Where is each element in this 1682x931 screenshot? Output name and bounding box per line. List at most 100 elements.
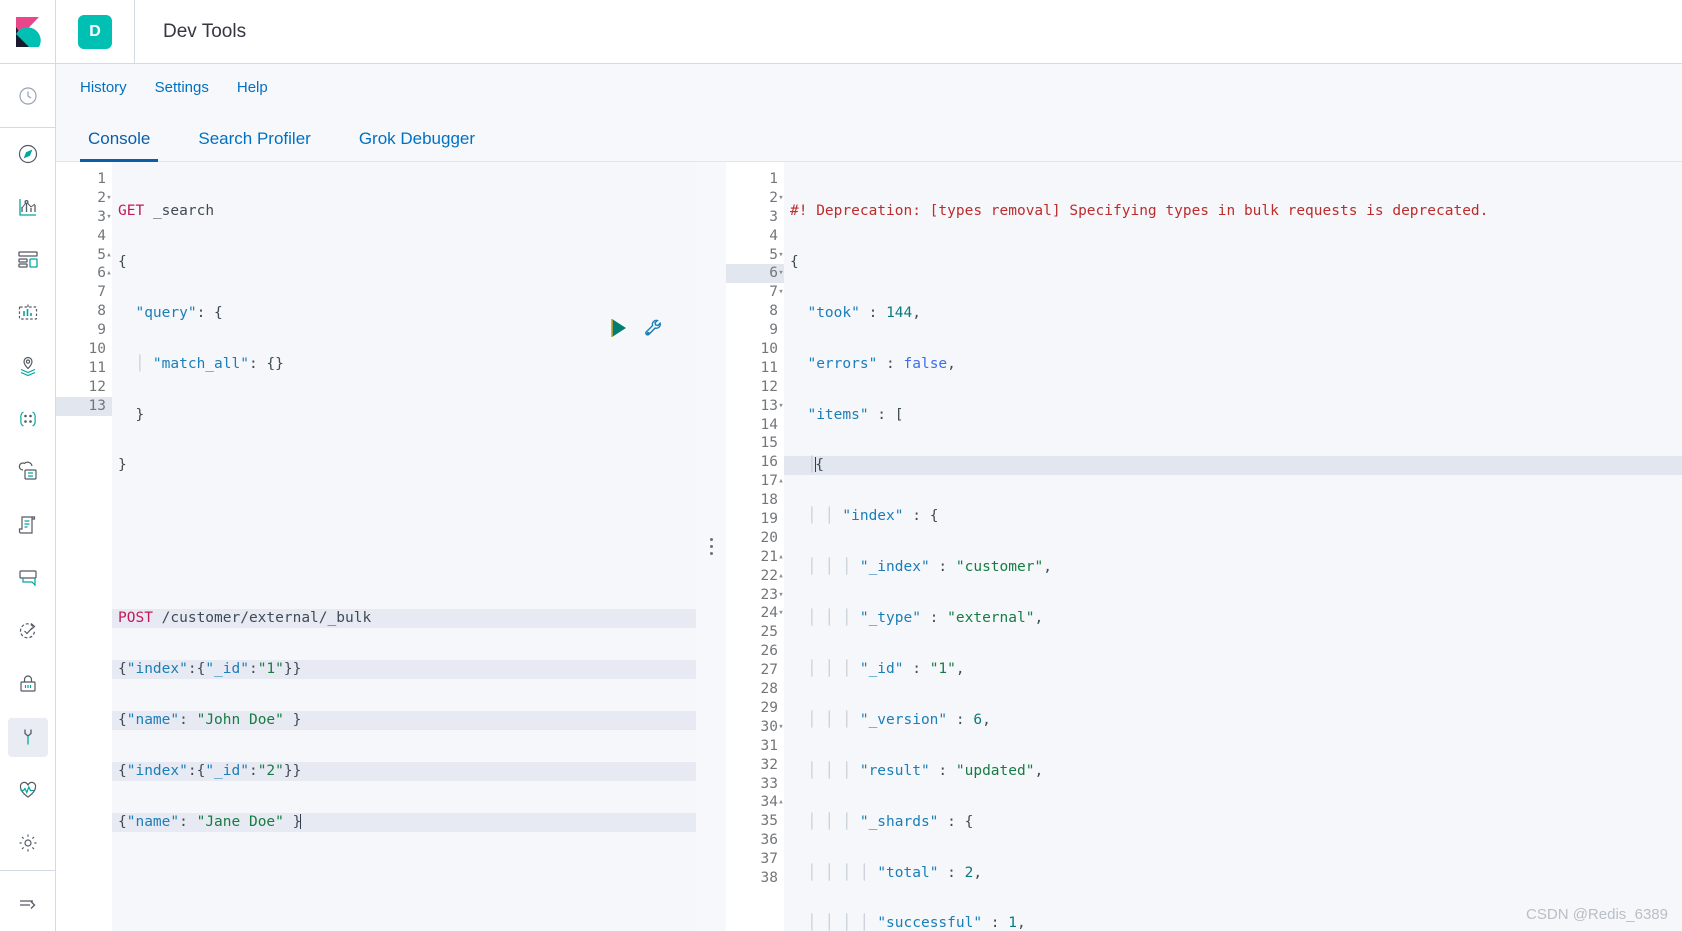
sidebar-item-dev-tools[interactable] — [7, 717, 48, 757]
gutter-line: 32 — [760, 756, 778, 773]
sidebar-item-siem[interactable] — [8, 665, 48, 704]
menu-item-history[interactable]: History — [80, 79, 127, 96]
gutter-line: 11 — [88, 359, 106, 376]
gutter-line: 38 — [760, 869, 778, 886]
response-gutter: 1 2 ▾ 3 4 5 ▾ 6 ▾ 7 ▾ 8 9 10 11 12 13 ▾ 14 — [726, 162, 784, 931]
gutter-line: 27 — [760, 662, 778, 679]
code-line: {"index":{"_id":"1"}} — [112, 660, 696, 679]
sidebar-item-apm[interactable] — [8, 559, 48, 598]
pane-splitter[interactable] — [696, 162, 726, 931]
gutter-line: 7 — [97, 284, 106, 301]
tab-grok-debugger[interactable]: Grok Debugger — [351, 129, 483, 161]
response-line: │ │ │ "_shards" : { — [790, 813, 974, 830]
sidebar-item-visualize[interactable] — [8, 188, 48, 227]
dev-tools-tabs: Console Search Profiler Grok Debugger — [56, 110, 1682, 162]
gutter-line: 29 — [760, 699, 778, 716]
sidebar-item-dashboard[interactable] — [8, 241, 48, 280]
request-editor-pane[interactable]: 1 2 ▾ 3 ▾ 4 5 ▴ 6 ▴ 7 8 9 10 11 12 13 GE… — [56, 162, 696, 931]
send-request-button[interactable] — [610, 318, 628, 343]
gutter-line: 7 ▾ — [726, 283, 784, 302]
sidebar-item-maps[interactable] — [8, 347, 48, 386]
gutter-line: 8 — [97, 303, 106, 320]
sidebar-item-machine-learning[interactable] — [8, 400, 48, 439]
gutter-line: 22 ▴ — [726, 567, 784, 586]
global-nav-rail — [0, 64, 56, 931]
maps-icon — [17, 355, 39, 377]
monitoring-icon — [17, 779, 39, 801]
gutter-line: 10 — [760, 341, 778, 358]
kibana-home-link[interactable] — [0, 0, 56, 63]
collapse-nav-button[interactable] — [8, 884, 48, 924]
infrastructure-icon — [17, 461, 39, 483]
gutter-line: 21 ▴ — [726, 548, 784, 567]
gutter-line: 31 — [760, 737, 778, 754]
sidebar-item-management[interactable] — [8, 824, 48, 863]
gutter-line-active: 6 ▾ — [726, 264, 784, 284]
deprecation-warning: #! Deprecation: [types removal] Specifyi… — [790, 203, 1489, 219]
dev-tools-app: D Dev Tools History Settings Help Consol… — [0, 0, 1682, 931]
response-line: │ │ │ "_type" : "external", — [790, 610, 1044, 627]
gutter-line: 19 — [760, 511, 778, 528]
gutter-line-active: 13 — [56, 396, 112, 416]
top-header: D Dev Tools — [0, 0, 1682, 64]
code-line: "query": { — [135, 304, 223, 321]
code-line-active: {"name": "Jane Doe" } — [112, 812, 696, 832]
gutter-line: 1 — [97, 171, 106, 187]
gutter-line: 23 ▾ — [726, 586, 784, 605]
gutter-line: 16 — [760, 454, 778, 471]
gutter-line: 13 ▾ — [726, 397, 784, 416]
gutter-line: 12 — [760, 378, 778, 395]
response-line: │ │ │ │ "total" : 2, — [790, 864, 983, 881]
sidebar-item-discover[interactable] — [8, 135, 48, 174]
gutter-line: 37 — [760, 851, 778, 868]
gutter-line: 4 — [769, 227, 778, 244]
gutter-line: 17 ▴ — [726, 472, 784, 491]
uptime-icon — [17, 620, 39, 642]
gutter-line: 20 — [760, 529, 778, 546]
menu-item-settings[interactable]: Settings — [155, 79, 209, 96]
canvas-icon — [17, 302, 39, 324]
response-code[interactable]: #! Deprecation: [types removal] Specifyi… — [784, 162, 1682, 931]
page-title: Dev Tools — [163, 20, 247, 42]
gutter-line: 8 — [769, 303, 778, 320]
sidebar-item-canvas[interactable] — [8, 294, 48, 333]
console-menu: History Settings Help — [56, 64, 1682, 110]
console-panes: 1 2 ▾ 3 ▾ 4 5 ▴ 6 ▴ 7 8 9 10 11 12 13 GE… — [56, 162, 1682, 931]
collapse-nav-icon — [17, 893, 39, 915]
request-options-button[interactable] — [644, 318, 664, 343]
app-badge: D — [78, 14, 112, 49]
sidebar-item-recently-viewed[interactable] — [8, 76, 48, 115]
gutter-line: 33 — [760, 775, 778, 792]
sidebar-item-logs[interactable] — [8, 506, 48, 545]
gutter-line: 25 — [760, 624, 778, 641]
gutter-line: 28 — [760, 681, 778, 698]
sidebar-item-monitoring[interactable] — [8, 771, 48, 810]
menu-item-help[interactable]: Help — [237, 79, 268, 96]
gutter-line: 12 — [88, 378, 106, 395]
gutter-line: 6 ▴ — [56, 264, 112, 283]
gutter-line: 3 ▾ — [56, 208, 112, 227]
response-pane[interactable]: 1 2 ▾ 3 4 5 ▾ 6 ▾ 7 ▾ 8 9 10 11 12 13 ▾ 14 — [726, 162, 1682, 931]
tab-console[interactable]: Console — [80, 129, 159, 162]
response-line: "items" : [ — [807, 406, 904, 423]
code-line: {"name": "John Doe" } — [112, 710, 696, 730]
code-line: {"index":{"_id":"2"}} — [112, 761, 696, 781]
sidebar-item-infrastructure[interactable] — [8, 453, 48, 492]
request-code[interactable]: GET _search { "query": { │ "match_all": … — [112, 162, 696, 931]
request-actions — [610, 318, 664, 343]
apm-icon — [17, 567, 39, 589]
response-line: │ │ │ │ "successful" : 1, — [790, 915, 1026, 931]
sidebar-item-uptime[interactable] — [8, 612, 48, 651]
gutter-line: 26 — [760, 643, 778, 660]
code-line: GET _search — [118, 203, 215, 219]
tab-search-profiler[interactable]: Search Profiler — [190, 129, 318, 161]
rail-divider — [0, 127, 55, 128]
gear-icon — [17, 832, 39, 854]
discover-icon — [17, 143, 39, 165]
code-line: │ "match_all": {} — [118, 355, 284, 372]
gutter-line: 36 — [760, 832, 778, 849]
recently-viewed-icon — [18, 86, 38, 106]
response-line: │ │ │ "_id" : "1", — [790, 661, 965, 678]
